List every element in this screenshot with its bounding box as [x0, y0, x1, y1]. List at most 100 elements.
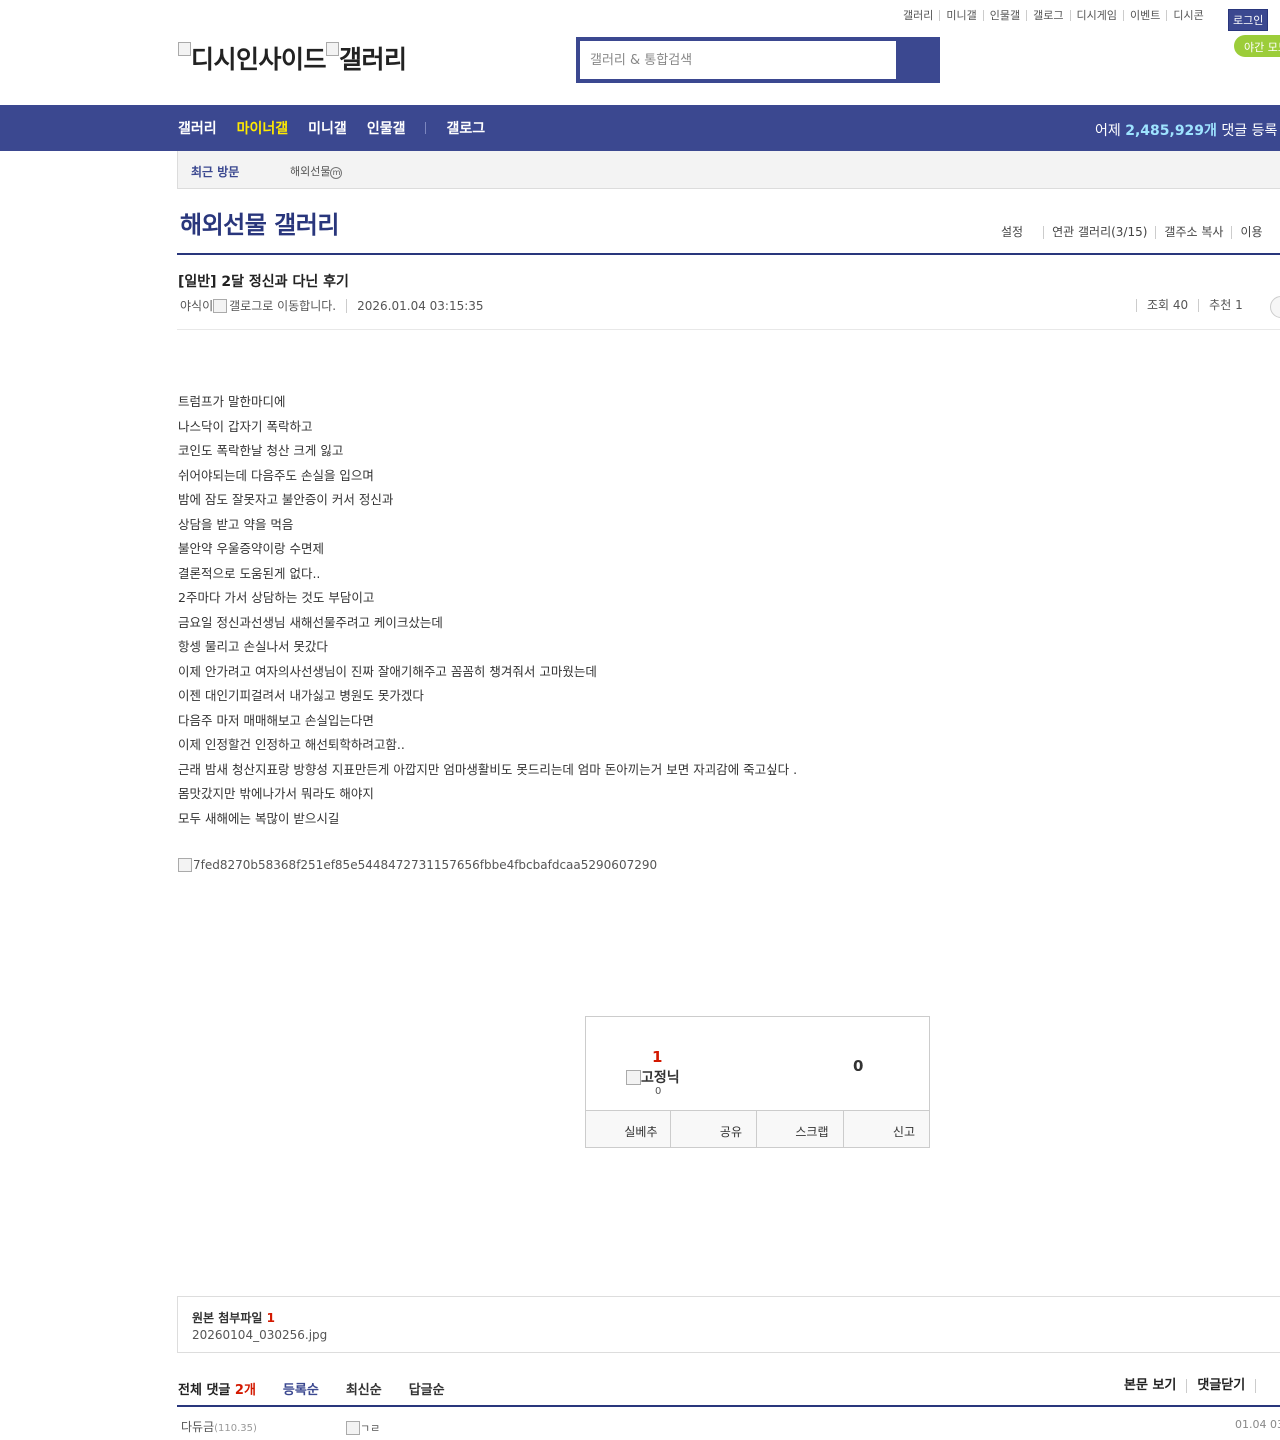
- post-image[interactable]: 7fed8270b58368f251ef85e5448472731157656f…: [178, 858, 657, 872]
- broken-image-icon: [178, 42, 191, 56]
- util-link-gallog[interactable]: 갤로그: [1026, 10, 1069, 21]
- comment-header-divider: [1255, 1379, 1276, 1393]
- broken-image-icon: [213, 298, 228, 313]
- best-recommend-button[interactable]: 실베추: [586, 1111, 670, 1147]
- report-button[interactable]: 신고: [842, 1111, 930, 1147]
- content-line: 트럼프가 말한마디에: [178, 394, 286, 409]
- recent-visit-item[interactable]: 해외선물 m: [290, 163, 343, 179]
- share-button[interactable]: 공유: [669, 1111, 757, 1147]
- util-link-dccon[interactable]: 디시콘: [1166, 10, 1209, 21]
- gallery-title[interactable]: 해외선물 갤러리: [180, 205, 339, 240]
- comment-count-button[interactable]: [1270, 296, 1280, 318]
- gallery-divider: [177, 253, 1280, 255]
- content-line: 코인도 폭락한날 청산 크게 잃고: [178, 443, 344, 458]
- upvote-count[interactable]: 1: [652, 1048, 662, 1066]
- attachment-title-label: 원본 첨부파일: [192, 1311, 263, 1325]
- recent-visit-title: 최근 방문: [191, 165, 240, 179]
- login-button[interactable]: 로그인: [1228, 9, 1269, 31]
- nav-item-minor[interactable]: 마이너갤: [237, 118, 289, 138]
- broken-image-icon: [346, 1421, 360, 1435]
- content-line: 다음주 마저 매매해보고 손실입는다면: [178, 712, 374, 728]
- comment-total-count: 2개: [234, 1383, 256, 1398]
- util-link-person[interactable]: 인물갤: [982, 10, 1026, 21]
- attachment-count: 1: [266, 1311, 275, 1325]
- content-line: 불안약 우울증약이랑 수면제: [178, 541, 324, 556]
- fixed-nick-label: 고정닉: [641, 1070, 680, 1086]
- comment-total: 전체 댓글 2개: [178, 1379, 256, 1398]
- content-line: 몸맛갔지만 밖에나가서 뭐라도 해야지: [178, 786, 374, 801]
- comment-stat-value: 2,485,929개: [1125, 123, 1217, 139]
- broken-image-icon: [178, 858, 192, 872]
- attachment-box: 원본 첨부파일 1 20260104_030256.jpg: [177, 1296, 1280, 1353]
- content-line: 모두 새해에는 복많이 받으시길: [178, 810, 340, 826]
- night-mode-toggle[interactable]: 야간 모드: [1234, 35, 1280, 57]
- gallog-link[interactable]: 갤로그로 이동합니다.: [213, 297, 336, 314]
- main-nav-menu: 갤러리 마이너갤 미니갤 인물갤 갤로그: [178, 105, 505, 151]
- comment-nick[interactable]: 다듀금(110.35): [181, 1418, 257, 1435]
- comment-header-links: 본문 보기 댓글닫기: [1124, 1379, 1276, 1393]
- minor-badge-icon: m: [330, 167, 343, 179]
- content-line: 이제 인정할건 인정하고 해선퇴학하려고함..: [178, 737, 405, 752]
- util-link-mini[interactable]: 미니갤: [939, 10, 982, 21]
- recent-visit-bar: 최근 방문 해외선물 m: [177, 151, 1280, 189]
- usage-link[interactable]: 이용: [1231, 226, 1270, 239]
- recommend-box: 1 고정닉 0 0 실베추 공유 스크랩 신고: [585, 1016, 930, 1148]
- comment-dccon-alt: ㄱㄹ: [360, 1422, 381, 1435]
- gallog-link-alt: 갤로그로 이동합니다.: [229, 299, 337, 313]
- logo-text-main: 디시인사이드: [191, 45, 327, 74]
- nav-divider: [425, 122, 427, 134]
- search-field-wrap: [580, 41, 896, 79]
- comment-nick-name: 다듀금: [181, 1420, 215, 1434]
- util-link-game[interactable]: 디시게임: [1069, 10, 1123, 21]
- post-author[interactable]: 야식이: [180, 297, 213, 314]
- comment-dccon: ㄱㄹ: [346, 1420, 380, 1436]
- comment-date: 01.04 03:: [1235, 1418, 1280, 1431]
- scrap-button[interactable]: 스크랩: [756, 1111, 843, 1147]
- gallery-tools: 설정 연관 갤러리(3/15) 갤주소 복사 이용: [1001, 226, 1271, 239]
- content-line: 항셍 물리고 손실나서 못갔다: [178, 639, 328, 654]
- comment-total-label: 전체 댓글: [178, 1383, 231, 1398]
- copy-gallery-address-link[interactable]: 갤주소 복사: [1155, 226, 1231, 239]
- post-image-alt: 7fed8270b58368f251ef85e5448472731157656f…: [193, 858, 658, 872]
- post-content: 트럼프가 말한마디에 나스닥이 갑자기 폭락하고 코인도 폭락한날 청산 크게 …: [178, 392, 797, 833]
- content-line: 나스닥이 갑자기 폭락하고: [178, 418, 313, 434]
- util-link-event[interactable]: 이벤트: [1122, 10, 1166, 21]
- nav-item-person[interactable]: 인물갤: [367, 118, 406, 138]
- attachment-file-link[interactable]: 20260104_030256.jpg: [192, 1328, 327, 1342]
- broken-image-icon: [626, 1069, 641, 1085]
- view-post-link[interactable]: 본문 보기: [1124, 1379, 1186, 1393]
- content-line: 밤에 잠도 잘못자고 불안증이 커서 정신과: [178, 492, 394, 507]
- related-gallery-link[interactable]: 연관 갤러리(3/15): [1043, 226, 1155, 239]
- attachment-title: 원본 첨부파일 1: [192, 1309, 275, 1326]
- nav-item-mini[interactable]: 미니갤: [308, 118, 347, 138]
- sort-by-registered[interactable]: 등록순: [283, 1379, 319, 1398]
- nav-item-gallog[interactable]: 갤로그: [446, 118, 485, 138]
- fixed-nick-upvote: 고정닉: [626, 1067, 680, 1087]
- post-title: [일반] 2달 정신과 다닌 후기: [178, 274, 349, 290]
- sort-by-latest[interactable]: 최신순: [346, 1379, 382, 1398]
- site-logo[interactable]: 디시인사이드 갤러리: [178, 40, 407, 76]
- sort-by-replies[interactable]: 답글순: [409, 1379, 445, 1398]
- comment-divider: [177, 1405, 1280, 1407]
- nav-item-gallery[interactable]: 갤러리: [178, 118, 217, 138]
- util-link-gallery[interactable]: 갤러리: [903, 10, 939, 21]
- gallery-settings-link[interactable]: 설정: [1001, 226, 1043, 239]
- comment-ip: (110.35): [214, 1423, 257, 1434]
- logo-text-gallery: 갤러리: [339, 45, 407, 74]
- search-input[interactable]: [581, 42, 895, 78]
- content-line: 근래 밤새 청산지표랑 방향성 지표만든게 아깝지만 엄마생활비도 못드리는데 …: [178, 761, 798, 777]
- downvote-count[interactable]: 0: [853, 1057, 863, 1075]
- comment-stat: 어제 2,485,929개 댓글 등록: [1095, 120, 1277, 140]
- search-button[interactable]: [896, 41, 936, 79]
- content-line: 상담을 받고 약을 먹음: [178, 516, 294, 532]
- post-views: 조회 40: [1136, 299, 1198, 312]
- content-line: 쉬어야되는데 다음주도 손실을 입으며: [178, 467, 374, 483]
- comment-header: 전체 댓글 2개 등록순 최신순 답글순: [178, 1379, 445, 1398]
- fixed-nick-count: 0: [655, 1086, 662, 1097]
- comment-stat-prefix: 어제: [1095, 123, 1121, 139]
- search-box: [576, 37, 940, 83]
- post-header-divider: [177, 329, 1280, 330]
- close-comments-link[interactable]: 댓글닫기: [1186, 1379, 1255, 1393]
- comment-stat-suffix: 댓글 등록: [1221, 123, 1278, 139]
- content-line: 금요일 정신과선생님 새해선물주려고 케이크샀는데: [178, 614, 443, 630]
